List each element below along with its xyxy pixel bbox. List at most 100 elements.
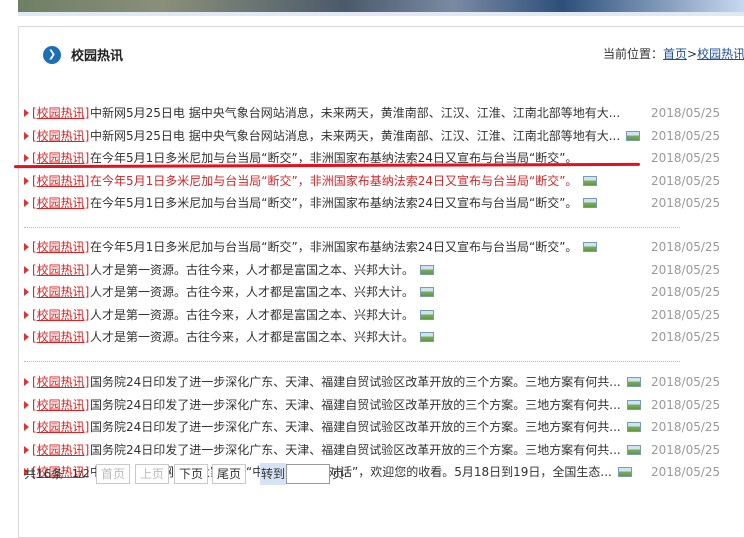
- last-page-button[interactable]: 尾页: [212, 464, 247, 484]
- news-title-link[interactable]: 在今年5月1日多米尼加与台当局“断交”，非洲国家布基纳法索24日又宣布与台当局“…: [90, 193, 577, 213]
- news-title-link[interactable]: 人才是第一资源。古往今来，人才都是富国之本、兴邦大计。: [90, 327, 414, 347]
- bullet-arrow-icon: [24, 243, 29, 251]
- page-indicator: 1/2: [72, 467, 90, 480]
- news-title-link[interactable]: 人才是第一资源。古往今来，人才都是富国之本、兴邦大计。: [90, 305, 414, 325]
- news-title-link[interactable]: 人才是第一资源。古往今来，人才都是富国之本、兴邦大计。: [90, 260, 414, 280]
- bullet-arrow-icon: [24, 333, 29, 341]
- category-tag-link[interactable]: [校园热讯]: [32, 171, 89, 191]
- breadcrumb-separator: >: [687, 47, 698, 61]
- image-icon: [626, 400, 641, 410]
- image-icon: [420, 287, 435, 297]
- news-row[interactable]: [校园热讯] 人才是第一资源。古往今来，人才都是富国之本、兴邦大计。 2018/05…: [24, 305, 724, 325]
- news-date: 2018/05/25: [651, 174, 721, 188]
- bullet-arrow-icon: [24, 378, 29, 386]
- news-row[interactable]: [校园热讯] 人才是第一资源。古往今来，人才都是富国之本、兴邦大计。 2018/05…: [24, 260, 724, 280]
- bullet-arrow-icon: [24, 401, 29, 409]
- news-row[interactable]: [校园热讯] 人才是第一资源。古往今来，人才都是富国之本、兴邦大计。 2018/05…: [24, 327, 724, 347]
- news-date: 2018/05/25: [651, 151, 721, 165]
- news-title-link[interactable]: 国务院24日印发了进一步深化广东、天津、福建自贸试验区改革开放的三个方案。三地方…: [90, 395, 621, 415]
- news-title-link[interactable]: 国务院24日印发了进一步深化广东、天津、福建自贸试验区改革开放的三个方案。三地方…: [90, 417, 621, 437]
- news-date: 2018/05/25: [651, 263, 721, 277]
- panel-header: ❯ 校园热讯 当前位置：首页>校园热讯: [19, 27, 744, 85]
- top-banner-image: [18, 0, 744, 16]
- image-icon: [420, 332, 435, 342]
- news-row[interactable]: [校园热讯] 人才是第一资源。古往今来，人才都是富国之本、兴邦大计。 2018/05…: [24, 282, 724, 302]
- bullet-arrow-icon: [24, 199, 29, 207]
- prev-page-button[interactable]: 上页: [135, 464, 170, 484]
- category-tag-link[interactable]: [校园热讯]: [32, 417, 89, 437]
- news-date: 2018/05/25: [651, 196, 721, 210]
- page-unit-label: 页: [332, 467, 345, 481]
- group-divider: [24, 361, 680, 362]
- goto-label: 转到: [260, 463, 287, 485]
- news-row[interactable]: [校园热讯] 在今年5月1日多米尼加与台当局“断交”，非洲国家布基纳法索24日又宣…: [24, 171, 724, 191]
- breadcrumb-label: 当前位置：: [603, 47, 664, 61]
- category-tag-link[interactable]: [校园热讯]: [32, 305, 89, 325]
- total-count: 共16条: [24, 467, 64, 481]
- news-date: 2018/05/25: [651, 420, 721, 434]
- breadcrumb-home-link[interactable]: 首页: [663, 47, 687, 61]
- image-icon: [617, 467, 632, 477]
- news-row[interactable]: [校园热讯] 中新网5月25日电 据中央气象台网站消息，未来两天，黄淮南部、江汉、…: [24, 103, 724, 123]
- bullet-arrow-icon: [24, 177, 29, 185]
- news-title-link[interactable]: 国务院24日印发了进一步深化广东、天津、福建自贸试验区改革开放的三个方案。三地方…: [90, 440, 621, 460]
- image-icon: [583, 242, 598, 252]
- image-icon: [420, 265, 435, 275]
- category-tag-link[interactable]: [校园热讯]: [32, 327, 89, 347]
- first-page-button[interactable]: 首页: [96, 464, 131, 484]
- news-row[interactable]: [校园热讯] 国务院24日印发了进一步深化广东、天津、福建自贸试验区改革开放的三个…: [24, 440, 724, 460]
- arrow-circle-icon: ❯: [43, 46, 61, 64]
- news-row[interactable]: [校园热讯] 在今年5月1日多米尼加与台当局“断交”，非洲国家布基纳法索24日又宣…: [24, 237, 724, 257]
- news-row[interactable]: [校园热讯] 中新网5月25日电 据中央气象台网站消息，未来两天，黄淮南部、江汉、…: [24, 126, 724, 146]
- category-tag-link[interactable]: [校园热讯]: [32, 395, 89, 415]
- news-row[interactable]: [校园热讯] 国务院24日印发了进一步深化广东、天津、福建自贸试验区改革开放的三个…: [24, 417, 724, 437]
- image-icon: [626, 377, 641, 387]
- page-title: 校园热讯: [71, 49, 124, 64]
- news-row[interactable]: [校园热讯] 国务院24日印发了进一步深化广东、天津、福建自贸试验区改革开放的三个…: [24, 372, 724, 392]
- bullet-arrow-icon: [24, 132, 29, 140]
- image-icon: [420, 310, 435, 320]
- bullet-arrow-icon: [24, 311, 29, 319]
- category-tag-link[interactable]: [校园热讯]: [32, 103, 89, 123]
- image-icon: [626, 422, 641, 432]
- news-date: 2018/05/25: [651, 375, 721, 389]
- news-row[interactable]: [校园热讯] 在今年5月1日多米尼加与台当局“断交”，非洲国家布基纳法索24日又宣…: [24, 193, 724, 213]
- category-tag-link[interactable]: [校园热讯]: [32, 126, 89, 146]
- category-tag-link[interactable]: [校园热讯]: [32, 260, 89, 280]
- news-title-link[interactable]: 国务院24日印发了进一步深化广东、天津、福建自贸试验区改革开放的三个方案。三地方…: [90, 372, 621, 392]
- news-date: 2018/05/25: [651, 285, 721, 299]
- bullet-arrow-icon: [24, 154, 29, 162]
- bullet-arrow-icon: [24, 266, 29, 274]
- breadcrumb: 当前位置：首页>校园热讯: [603, 45, 744, 62]
- category-tag-link[interactable]: [校园热讯]: [32, 372, 89, 392]
- next-page-button[interactable]: 下页: [174, 464, 209, 484]
- category-tag-link[interactable]: [校园热讯]: [32, 282, 89, 302]
- image-icon: [583, 176, 598, 186]
- category-tag-link[interactable]: [校园热讯]: [32, 440, 89, 460]
- news-date: 2018/05/25: [651, 240, 721, 254]
- news-date: 2018/05/25: [651, 129, 721, 143]
- news-row[interactable]: [校园热讯] 国务院24日印发了进一步深化广东、天津、福建自贸试验区改革开放的三个…: [24, 395, 724, 415]
- news-title-link[interactable]: 中新网5月25日电 据中央气象台网站消息，未来两天，黄淮南部、江汉、江淮、江南北…: [90, 103, 620, 123]
- news-date: 2018/05/25: [651, 106, 721, 120]
- news-date: 2018/05/25: [651, 443, 721, 457]
- bullet-arrow-icon: [24, 446, 29, 454]
- bullet-arrow-icon: [24, 288, 29, 296]
- goto-page-input[interactable]: [286, 464, 330, 484]
- group-divider: [24, 227, 680, 228]
- category-tag-link[interactable]: [校园热讯]: [32, 237, 89, 257]
- category-tag-link[interactable]: [校园热讯]: [32, 193, 89, 213]
- news-title-link[interactable]: 中新网5月25日电 据中央气象台网站消息，未来两天，黄淮南部、江汉、江淮、江南北…: [90, 126, 620, 146]
- image-icon: [583, 198, 598, 208]
- news-date: 2018/05/25: [651, 465, 721, 479]
- bullet-arrow-icon: [24, 423, 29, 431]
- news-title-link[interactable]: 在今年5月1日多米尼加与台当局“断交”，非洲国家布基纳法索24日又宣布与台当局“…: [90, 171, 577, 191]
- news-date: 2018/05/25: [651, 330, 721, 344]
- news-date: 2018/05/25: [651, 308, 721, 322]
- image-icon: [626, 445, 641, 455]
- breadcrumb-current-link[interactable]: 校园热讯: [697, 47, 744, 61]
- bullet-arrow-icon: [24, 109, 29, 117]
- news-title-link[interactable]: 人才是第一资源。古往今来，人才都是富国之本、兴邦大计。: [90, 282, 414, 302]
- image-icon: [626, 131, 641, 141]
- news-title-link[interactable]: 在今年5月1日多米尼加与台当局“断交”，非洲国家布基纳法索24日又宣布与台当局“…: [90, 237, 577, 257]
